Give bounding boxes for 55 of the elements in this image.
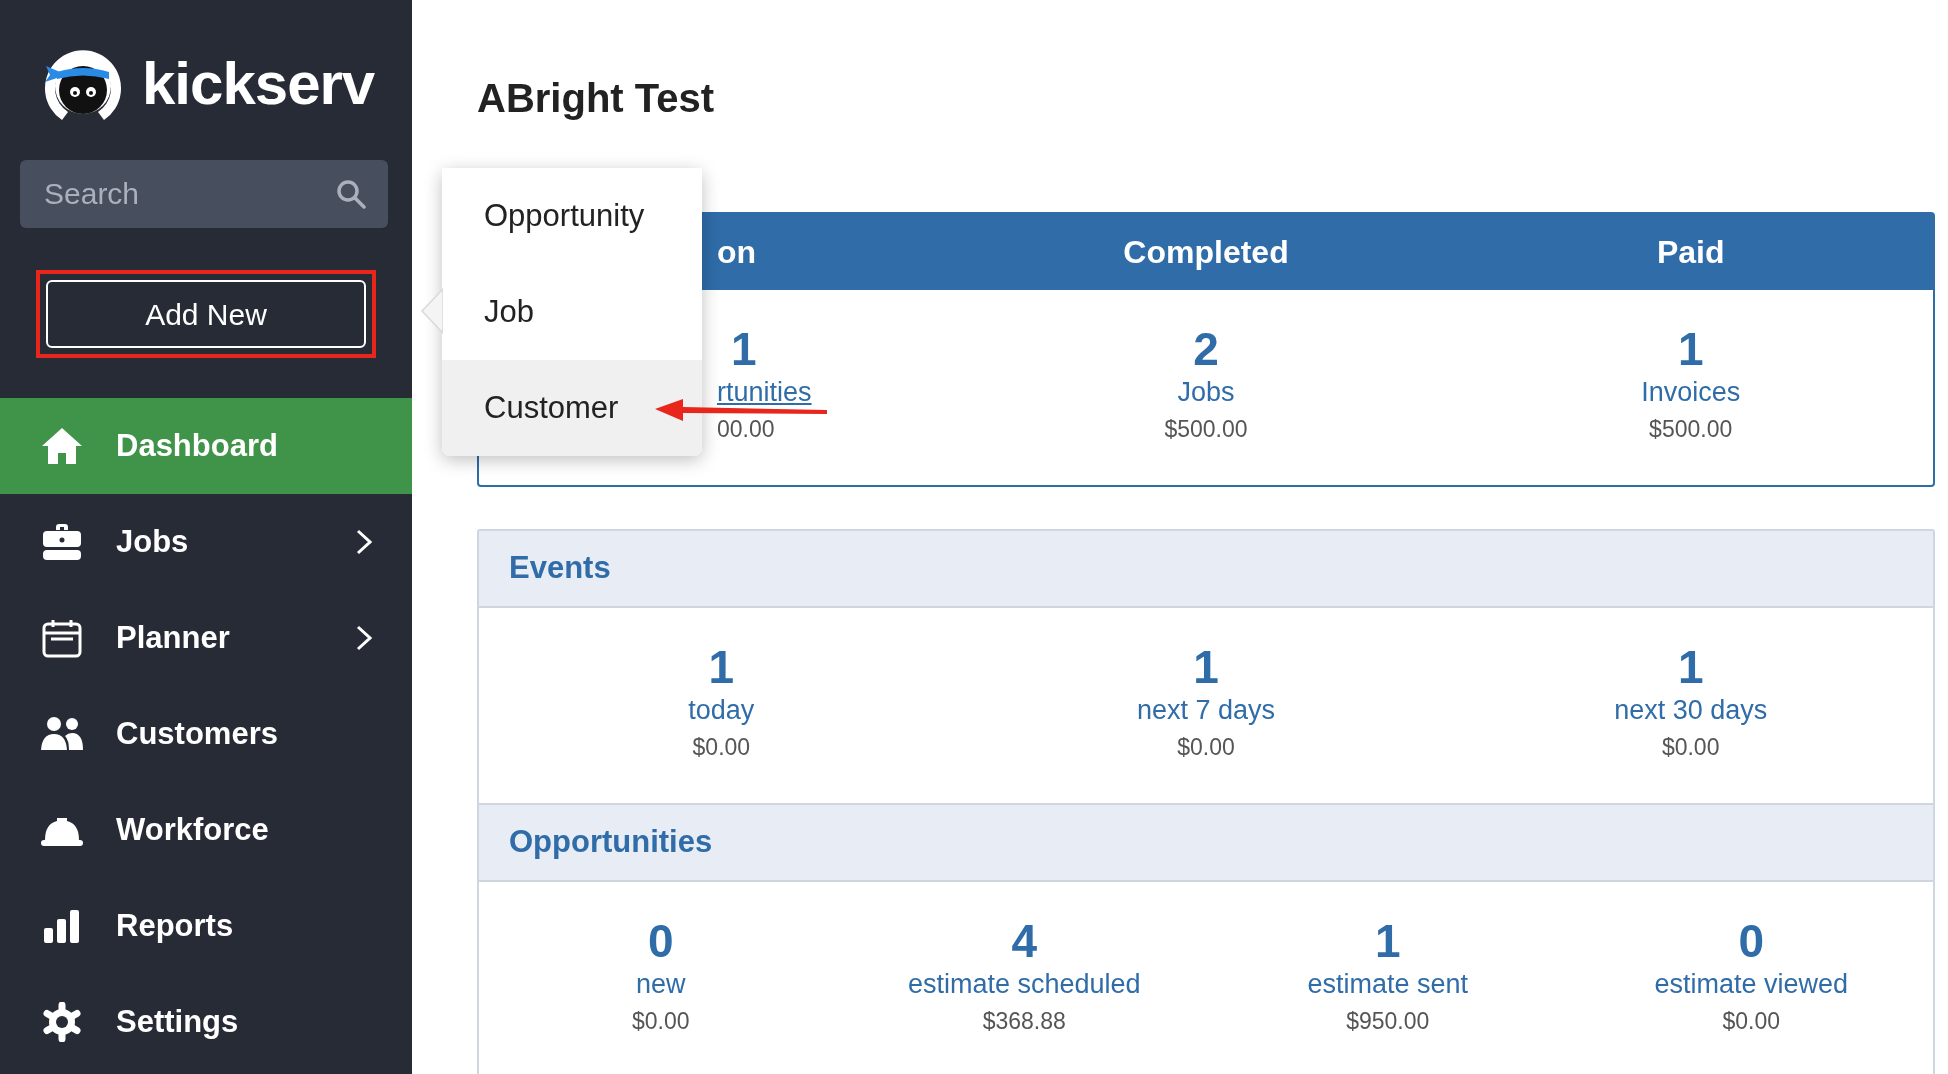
nav-item[interactable]: Planner xyxy=(0,590,412,686)
stat-link[interactable]: estimate sent xyxy=(1307,966,1469,1002)
count: 1 xyxy=(730,324,758,375)
add-new-button[interactable]: Add New xyxy=(46,280,366,348)
nav-item[interactable]: Workforce xyxy=(0,782,412,878)
amount: $500.00 xyxy=(1648,414,1734,444)
menu-item[interactable]: Customer xyxy=(442,360,702,456)
stat-link[interactable]: estimate scheduled xyxy=(907,966,1141,1002)
popover-pointer xyxy=(421,288,443,334)
count: 1 xyxy=(1192,642,1220,693)
search-icon xyxy=(336,179,366,209)
section-header: Opportunities xyxy=(479,805,1933,882)
count: 2 xyxy=(1192,324,1220,375)
amount: $500.00 xyxy=(1163,414,1249,444)
stat-link[interactable]: Jobs xyxy=(1177,374,1235,410)
nav-item[interactable]: Dashboard xyxy=(0,398,412,494)
column-header: Paid xyxy=(1656,233,1725,272)
count: 0 xyxy=(1737,916,1766,967)
amount: $0.00 xyxy=(691,732,752,762)
count: 1 xyxy=(707,642,736,693)
amount: $0.00 xyxy=(1721,1006,1782,1036)
count: 1 xyxy=(1373,916,1402,967)
count: 4 xyxy=(1010,916,1039,967)
nav-item[interactable]: Settings xyxy=(0,974,412,1070)
count: 1 xyxy=(1676,642,1705,693)
menu-item[interactable]: Job xyxy=(442,264,702,360)
column-header: Completed xyxy=(1123,233,1289,272)
settings-icon xyxy=(40,1002,84,1042)
amount: $0.00 xyxy=(630,1006,691,1036)
count: 0 xyxy=(646,916,675,967)
stat-link[interactable]: estimate viewed xyxy=(1654,966,1849,1002)
page-title: ABright Test xyxy=(477,75,716,122)
column-header: on xyxy=(717,233,757,272)
amount: $950.00 xyxy=(1345,1006,1431,1036)
amount: $0.00 xyxy=(1176,732,1236,762)
stat-link[interactable]: next 30 days xyxy=(1614,692,1768,728)
home-icon xyxy=(40,426,84,466)
nav-item[interactable]: Jobs xyxy=(0,494,412,590)
search-field[interactable]: Search xyxy=(20,160,388,228)
logo-text: kickserv xyxy=(142,54,375,114)
amount: 00.00 xyxy=(717,414,776,444)
stat-link[interactable]: today xyxy=(688,692,755,728)
nav-item[interactable]: Reports xyxy=(0,878,412,974)
stat-link[interactable]: next 7 days xyxy=(1136,692,1276,728)
stat-link[interactable]: rtunities xyxy=(717,374,812,410)
nav-item[interactable]: Customers xyxy=(0,686,412,782)
count: 1 xyxy=(1676,324,1705,375)
amount: $368.88 xyxy=(981,1006,1067,1036)
briefcase-icon xyxy=(40,522,84,562)
calendar-icon xyxy=(40,618,84,658)
stat-link[interactable]: Invoices xyxy=(1641,374,1741,410)
menu-item[interactable]: Opportunity xyxy=(442,168,702,264)
section-header: Events xyxy=(479,531,1933,608)
stat-link[interactable]: new xyxy=(636,966,686,1002)
amount: $0.00 xyxy=(1660,732,1721,762)
